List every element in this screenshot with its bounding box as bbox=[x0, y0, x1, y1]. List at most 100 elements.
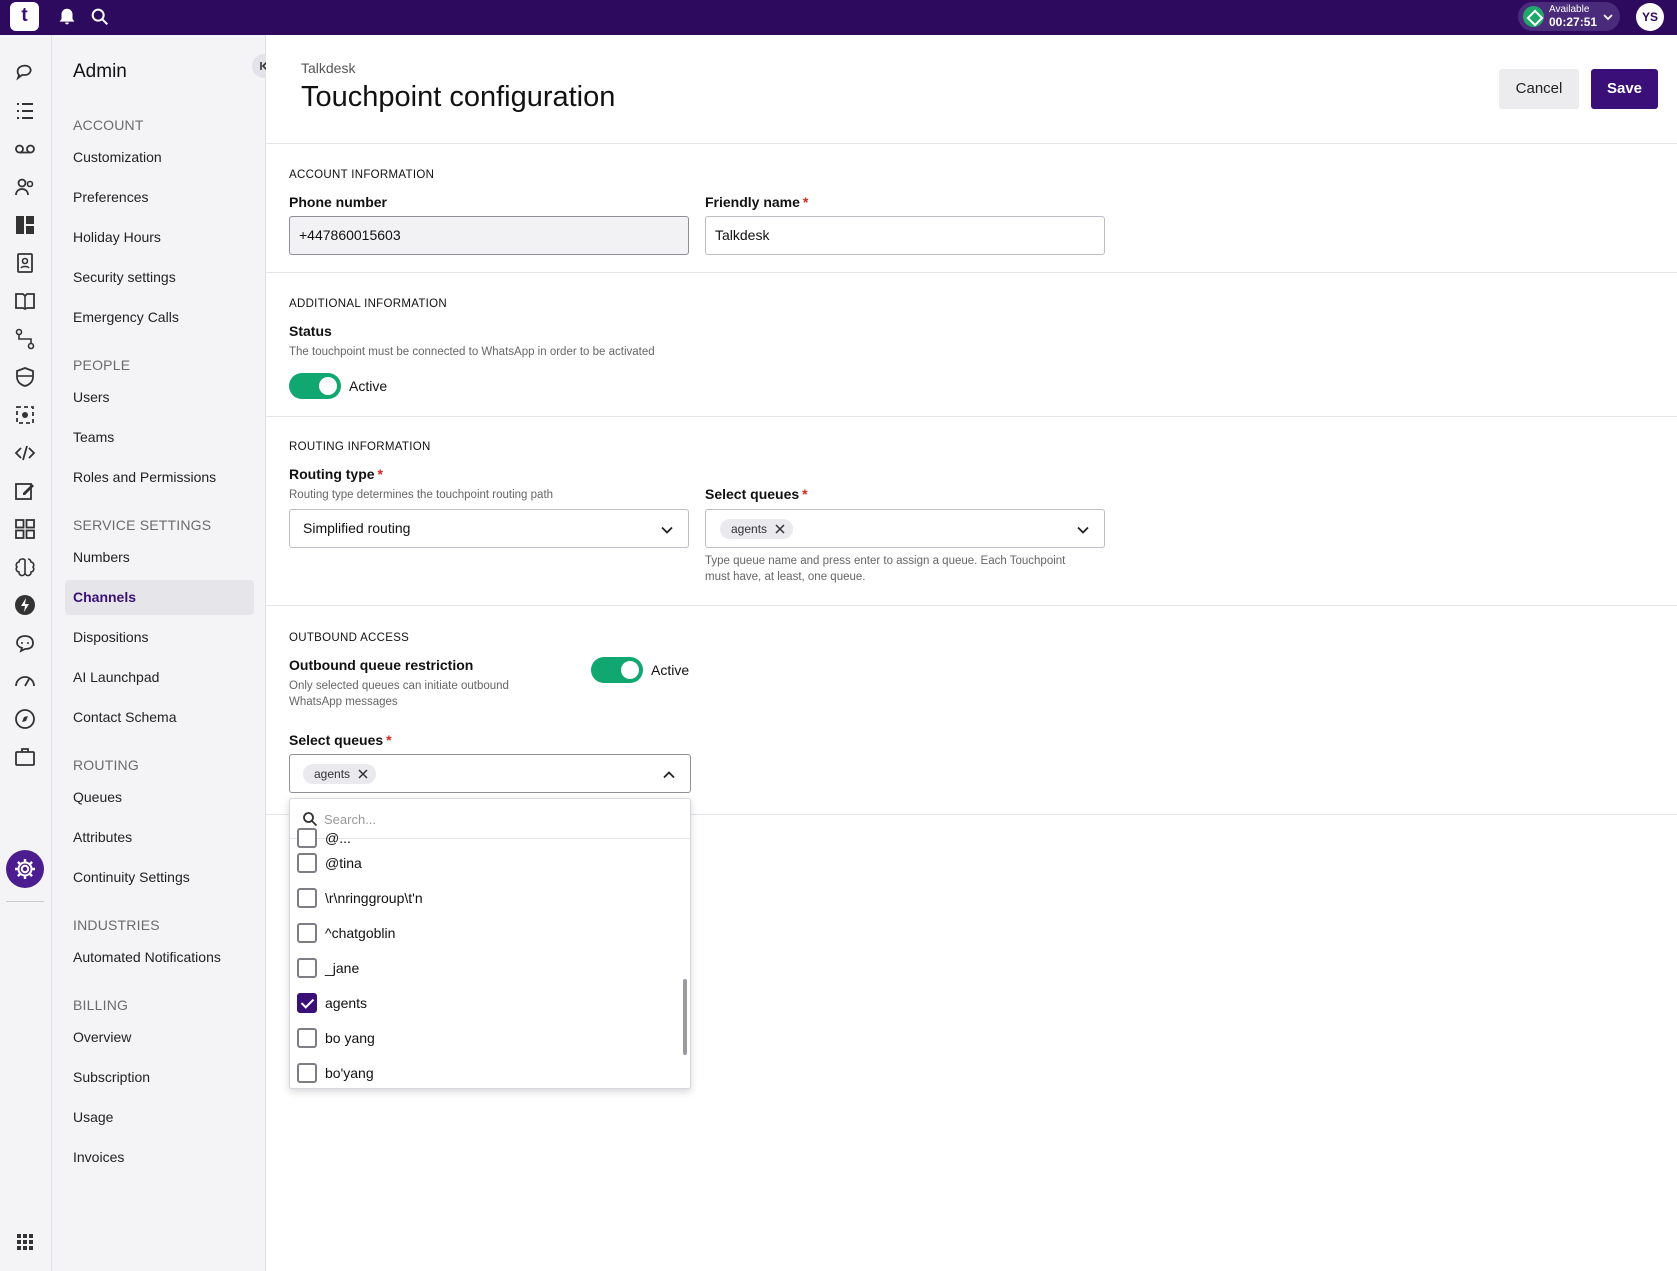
flow-icon[interactable] bbox=[13, 327, 37, 351]
list-icon[interactable] bbox=[13, 99, 37, 123]
option-checkbox[interactable] bbox=[297, 1063, 317, 1083]
remove-chip-icon[interactable] bbox=[358, 769, 368, 779]
routing-queues-select[interactable]: agents bbox=[705, 509, 1105, 548]
sidebar-item-emergency-calls[interactable]: Emergency Calls bbox=[73, 309, 179, 325]
sidebar-item-users[interactable]: Users bbox=[73, 389, 110, 405]
voicemail-icon[interactable] bbox=[13, 137, 37, 161]
app-rail bbox=[0, 35, 52, 1271]
avatar[interactable]: YS bbox=[1636, 3, 1664, 31]
shield-icon[interactable] bbox=[13, 365, 37, 389]
chevron-down-icon bbox=[661, 526, 673, 534]
sidebar-item-subscription[interactable]: Subscription bbox=[73, 1069, 150, 1085]
outbound-restriction-toggle[interactable] bbox=[591, 657, 643, 683]
routing-type-select[interactable]: Simplified routing bbox=[289, 509, 689, 548]
queue-option[interactable]: _jane bbox=[297, 953, 657, 983]
sidebar-item-invoices[interactable]: Invoices bbox=[73, 1149, 124, 1165]
routing-type-help-text: Routing type determines the touchpoint r… bbox=[289, 489, 554, 501]
sidebar-item-numbers[interactable]: Numbers bbox=[73, 549, 130, 565]
search-icon[interactable] bbox=[89, 6, 111, 28]
queue-option[interactable]: bo yang bbox=[297, 1023, 657, 1053]
sidebar-item-dispositions[interactable]: Dispositions bbox=[73, 629, 148, 645]
contacts-icon[interactable] bbox=[13, 175, 37, 199]
status-toggle[interactable] bbox=[289, 373, 341, 399]
option-checkbox[interactable] bbox=[297, 958, 317, 978]
sidebar-item-preferences[interactable]: Preferences bbox=[73, 189, 148, 205]
bell-icon[interactable] bbox=[56, 6, 78, 28]
option-checkbox[interactable] bbox=[297, 853, 317, 873]
conversations-icon[interactable] bbox=[13, 61, 37, 85]
sidebar-item-teams[interactable]: Teams bbox=[73, 429, 114, 445]
sidebar-item-customization[interactable]: Customization bbox=[73, 149, 162, 165]
breadcrumb[interactable]: Talkdesk bbox=[301, 60, 355, 76]
queue-option[interactable]: ^chatgoblin bbox=[297, 918, 657, 948]
remove-chip-icon[interactable] bbox=[775, 524, 785, 534]
option-checkbox[interactable] bbox=[297, 828, 317, 848]
top-bar: t Available 00:27:51 YS bbox=[0, 0, 1677, 35]
chevron-up-icon bbox=[663, 771, 675, 779]
outbound-restriction-help: Only selected queues can initiate outbou… bbox=[289, 680, 509, 708]
sidebar-item-queues[interactable]: Queues bbox=[73, 789, 122, 805]
sidebar-item-attributes[interactable]: Attributes bbox=[73, 829, 132, 845]
queue-chip[interactable]: agents bbox=[303, 764, 377, 784]
sidebar-item-usage[interactable]: Usage bbox=[73, 1109, 113, 1125]
availability-status[interactable]: Available 00:27:51 bbox=[1518, 2, 1620, 31]
option-checkbox[interactable] bbox=[297, 1028, 317, 1048]
dashboard-icon[interactable] bbox=[13, 213, 37, 237]
sidebar-title: Admin bbox=[73, 61, 127, 82]
sidebar-item-automated-notifications[interactable]: Automated Notifications bbox=[73, 949, 221, 965]
status-toggle-label: Active bbox=[349, 378, 388, 394]
admin-sidebar: Admin ACCOUNT Customization Preferences … bbox=[52, 35, 276, 1271]
gear-icon[interactable] bbox=[13, 857, 37, 881]
friendly-name-label: Friendly name * bbox=[705, 194, 809, 210]
option-checkbox[interactable] bbox=[297, 888, 317, 908]
sidebar-item-channels[interactable]: Channels bbox=[73, 589, 136, 605]
routing-type-value: Simplified routing bbox=[303, 520, 411, 536]
address-book-icon[interactable] bbox=[13, 251, 37, 275]
section-divider bbox=[266, 272, 1677, 273]
chat-bot-icon[interactable] bbox=[13, 631, 37, 655]
required-marker: * bbox=[802, 194, 809, 210]
screen-capture-icon[interactable] bbox=[13, 403, 37, 427]
sidebar-item-security-settings[interactable]: Security settings bbox=[73, 269, 176, 285]
sidebar-heading-people: PEOPLE bbox=[73, 357, 131, 373]
sidebar-heading-industries: INDUSTRIES bbox=[73, 917, 160, 933]
sidebar-item-holiday-hours[interactable]: Holiday Hours bbox=[73, 229, 161, 245]
sidebar-item-overview[interactable]: Overview bbox=[73, 1029, 131, 1045]
phone-number-label: Phone number bbox=[289, 194, 388, 210]
sidebar-item-roles-permissions[interactable]: Roles and Permissions bbox=[73, 469, 216, 485]
option-checkbox[interactable] bbox=[297, 923, 317, 943]
app-logo[interactable]: t bbox=[10, 2, 39, 31]
status-timer: 00:27:51 bbox=[1549, 15, 1598, 29]
sidebar-item-contact-schema[interactable]: Contact Schema bbox=[73, 709, 177, 725]
compass-icon[interactable] bbox=[13, 707, 37, 731]
queue-option[interactable]: bo'yang bbox=[297, 1058, 657, 1088]
cancel-button[interactable]: Cancel bbox=[1499, 69, 1579, 109]
section-divider bbox=[266, 605, 1677, 606]
status-help-text: The touchpoint must be connected to What… bbox=[289, 346, 655, 358]
friendly-name-input[interactable]: Talkdesk bbox=[705, 216, 1105, 255]
chevron-down-icon bbox=[1603, 14, 1613, 21]
edit-icon[interactable] bbox=[13, 479, 37, 503]
queue-option[interactable]: agents bbox=[297, 988, 657, 1018]
speedometer-icon[interactable] bbox=[13, 669, 37, 693]
app-launcher-icon[interactable] bbox=[13, 1230, 37, 1254]
sidebar-item-continuity-settings[interactable]: Continuity Settings bbox=[73, 869, 190, 885]
status-label: Available bbox=[1549, 4, 1590, 15]
save-button[interactable]: Save bbox=[1591, 69, 1658, 109]
option-checkbox-checked[interactable] bbox=[297, 993, 317, 1013]
dropdown-scrollbar[interactable] bbox=[683, 979, 687, 1055]
queue-option[interactable]: \r\nringgroup\t'n bbox=[297, 883, 657, 913]
rail-divider bbox=[6, 901, 44, 902]
sidebar-heading-billing: BILLING bbox=[73, 997, 129, 1013]
queue-option[interactable]: @tina bbox=[297, 848, 657, 878]
apps-grid-icon[interactable] bbox=[13, 517, 37, 541]
ai-brain-icon[interactable] bbox=[13, 555, 37, 579]
sidebar-item-ai-launchpad[interactable]: AI Launchpad bbox=[73, 669, 159, 685]
briefcase-icon[interactable] bbox=[13, 745, 37, 769]
queue-chip[interactable]: agents bbox=[720, 519, 794, 539]
outbound-queues-select[interactable]: agents bbox=[289, 754, 691, 793]
code-icon[interactable] bbox=[13, 441, 37, 465]
required-marker: * bbox=[377, 466, 383, 482]
knowledge-book-icon[interactable] bbox=[13, 289, 37, 313]
lightning-icon[interactable] bbox=[13, 593, 37, 617]
